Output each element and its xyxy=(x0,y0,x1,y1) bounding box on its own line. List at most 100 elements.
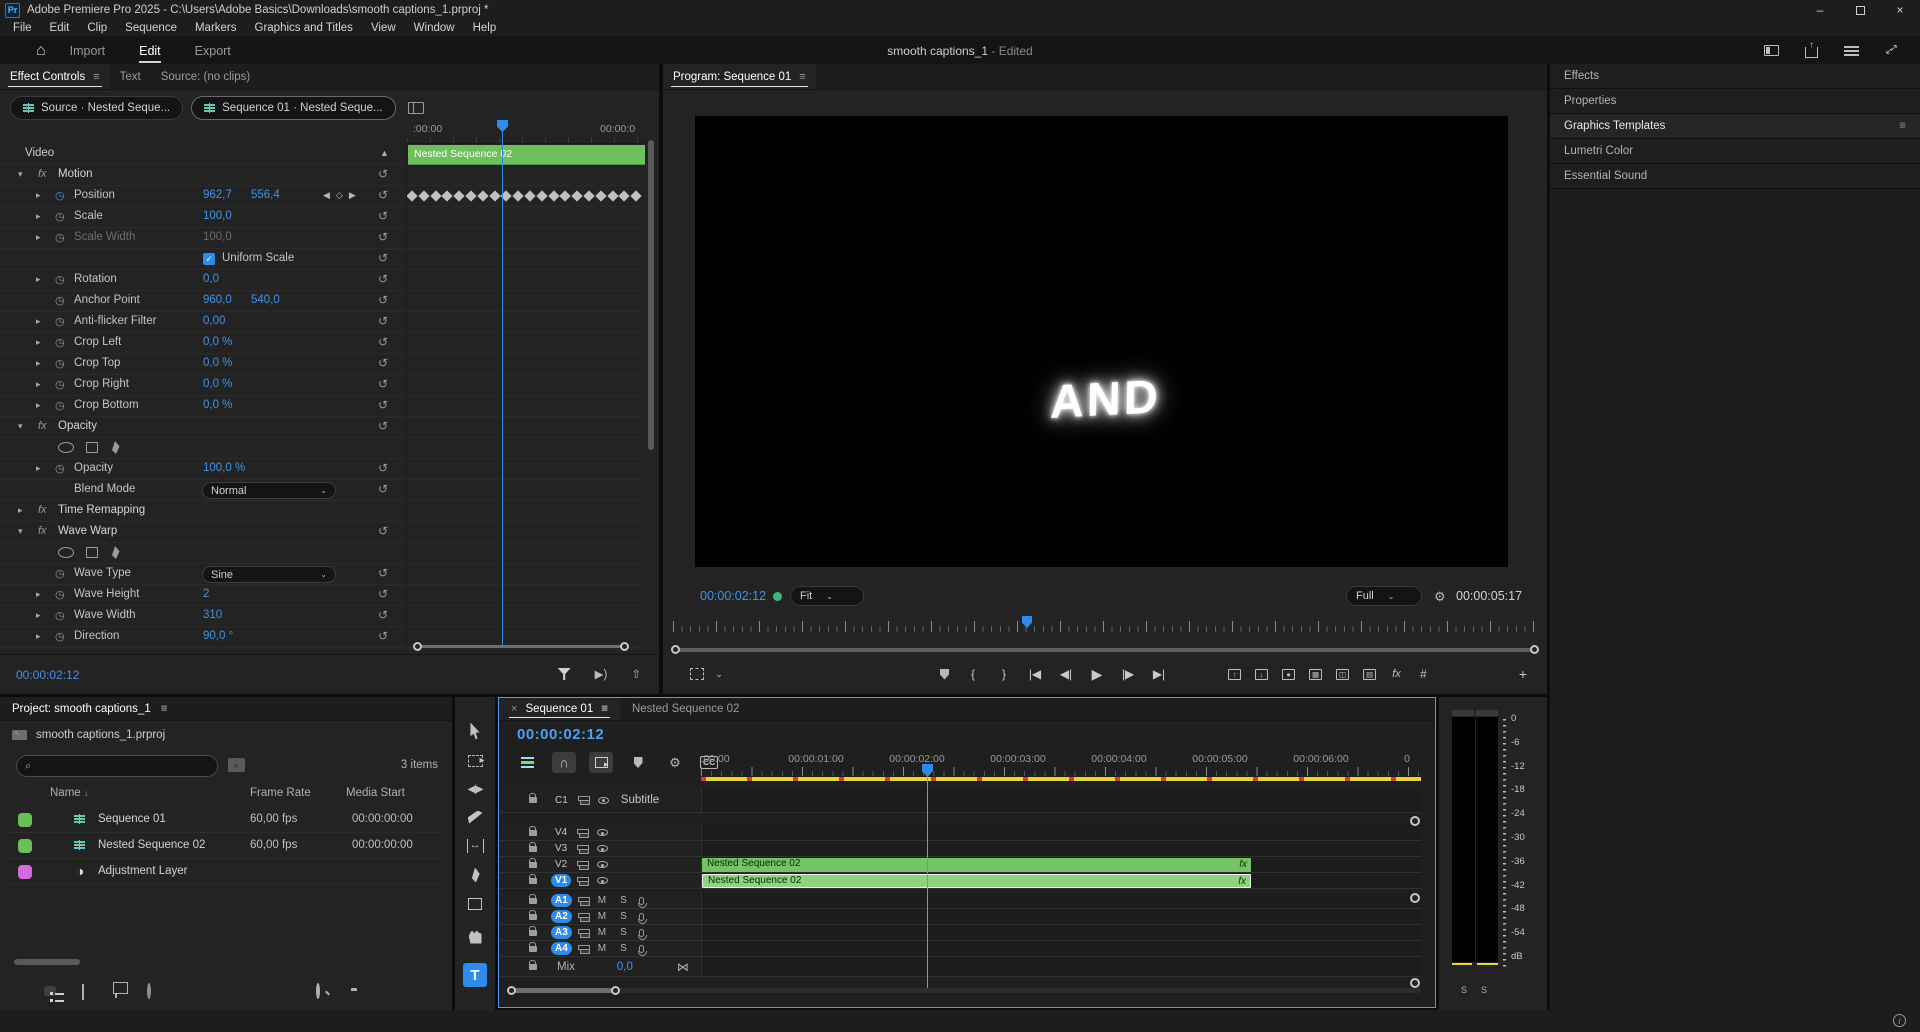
track-badge-a2[interactable]: A2 xyxy=(551,910,572,923)
column-header-name[interactable]: Name ↓ xyxy=(50,787,88,799)
mute-button[interactable]: M xyxy=(598,927,606,938)
keyframe-icon[interactable] xyxy=(631,190,642,201)
effect-controls-mini-ruler[interactable]: :00:0000:00:0 xyxy=(407,120,645,144)
linked-selection-icon[interactable] xyxy=(589,752,613,773)
export-frame-icon[interactable]: ● xyxy=(1282,669,1295,680)
panel-header-lumetri-color[interactable]: Lumetri Color xyxy=(1550,139,1920,164)
tab-source-no-clips-[interactable]: Source: (no clips) xyxy=(151,64,260,89)
panel-header-graphics-templates[interactable]: Graphics Templates≡ xyxy=(1550,114,1920,139)
panel-menu-icon[interactable]: ≡ xyxy=(1899,120,1906,132)
workspace-tab-import[interactable]: Import xyxy=(70,37,105,64)
menu-sequence[interactable]: Sequence xyxy=(116,22,186,34)
menu-file[interactable]: File xyxy=(4,22,41,34)
timeline-tab-sequence-01[interactable]: ×Sequence 01≡ xyxy=(499,698,620,720)
keyframe-icon[interactable] xyxy=(465,190,476,201)
snap-icon[interactable]: ∩ xyxy=(552,752,576,773)
project-panel-title[interactable]: Project: smooth captions_1 xyxy=(12,703,151,715)
position-keyframes-lane[interactable] xyxy=(407,187,645,207)
audio-track-a2[interactable]: A2MS xyxy=(499,909,1421,925)
ripple-edit-tool[interactable]: ◀|▶ xyxy=(463,777,487,801)
source-monitor-button[interactable]: Source · Nested Seque... xyxy=(10,96,183,120)
voiceover-record-icon[interactable] xyxy=(639,945,644,953)
dropdown-blend-mode[interactable]: Normal⌄ xyxy=(202,482,336,499)
zoom-slider[interactable] xyxy=(165,985,235,997)
effect-name[interactable]: Opacity xyxy=(58,420,97,432)
param-value[interactable]: 0,0 xyxy=(203,273,219,285)
tab-effect-controls[interactable]: Effect Controls≡ xyxy=(0,64,110,89)
chevron-down-icon[interactable]: ▾ xyxy=(18,421,23,432)
stopwatch-icon[interactable]: ◷ xyxy=(55,273,65,286)
collapse-up-icon[interactable]: ▲ xyxy=(380,148,389,158)
subtitle-track[interactable]: C1Subtitle xyxy=(499,788,1421,813)
panel-menu-icon[interactable]: ≡ xyxy=(93,71,99,83)
zoombar-right-handle[interactable] xyxy=(620,642,629,651)
lock-icon[interactable] xyxy=(529,946,537,952)
keyframe-icon[interactable] xyxy=(548,190,559,201)
pen-mask-icon[interactable] xyxy=(110,546,120,559)
button-editor-plus-icon[interactable]: + xyxy=(1519,666,1527,682)
program-zoom-right-handle[interactable] xyxy=(1530,645,1539,654)
source-patch-icon[interactable] xyxy=(578,897,588,905)
solo-button[interactable]: S xyxy=(620,895,627,906)
effect-name[interactable]: Time Remapping xyxy=(58,504,145,516)
param-value[interactable]: 310 xyxy=(203,609,222,621)
reset-icon[interactable]: ↺ xyxy=(378,167,388,181)
lock-icon[interactable] xyxy=(529,830,537,836)
keyframe-nav-icons[interactable]: ◀◇▶ xyxy=(323,190,362,201)
grid-overlay-icon[interactable]: # xyxy=(1417,669,1430,680)
track-visibility-icon[interactable] xyxy=(597,877,608,884)
stopwatch-icon[interactable]: ◷ xyxy=(55,357,65,370)
zoom-level-dropdown[interactable]: Fit⌄ xyxy=(790,586,864,606)
param-value[interactable]: 960,0 xyxy=(203,294,232,306)
reset-icon[interactable]: ↺ xyxy=(378,398,388,412)
stopwatch-icon[interactable]: ◷ xyxy=(55,630,65,643)
track-visibility-icon[interactable] xyxy=(597,861,608,868)
selection-tool[interactable] xyxy=(463,719,487,743)
source-patch-icon[interactable] xyxy=(577,877,587,885)
timeline-timecode[interactable]: 00:00:02:12 xyxy=(517,726,604,743)
timeline-scroll-handle[interactable] xyxy=(507,988,619,993)
step-forward-icon[interactable]: |▶ xyxy=(1121,667,1135,681)
track-visibility-icon[interactable] xyxy=(597,845,608,852)
keyframe-icon[interactable] xyxy=(560,190,571,201)
menu-view[interactable]: View xyxy=(362,22,405,34)
track-badge-a3[interactable]: A3 xyxy=(551,926,572,939)
lock-icon[interactable] xyxy=(529,878,537,884)
reset-icon[interactable]: ↺ xyxy=(378,482,388,496)
keyframe-icon[interactable] xyxy=(513,190,524,201)
menu-edit[interactable]: Edit xyxy=(41,22,79,34)
mix-value[interactable]: 0,0 xyxy=(617,961,633,973)
monitor-overlay-chevron-icon[interactable]: ⌄ xyxy=(712,669,726,680)
play-around-icon[interactable]: ▶) xyxy=(595,667,608,681)
chevron-right-icon[interactable]: ▸ xyxy=(18,505,23,516)
track-badge-a4[interactable]: A4 xyxy=(551,942,572,955)
effect-controls-playhead[interactable] xyxy=(502,120,503,648)
param-value[interactable]: 0,0 % xyxy=(203,378,232,390)
video-track-v4[interactable]: V4 xyxy=(499,825,1421,841)
stopwatch-icon[interactable]: ◷ xyxy=(55,609,65,622)
reset-icon[interactable]: ↺ xyxy=(378,377,388,391)
label-color-swatch[interactable] xyxy=(18,865,32,879)
pen-tool[interactable] xyxy=(463,863,487,887)
menu-help[interactable]: Help xyxy=(464,22,506,34)
track-badge-v2[interactable]: V2 xyxy=(551,858,571,871)
source-patch-icon[interactable] xyxy=(578,929,588,937)
track-badge-v1[interactable]: V1 xyxy=(551,874,571,887)
lock-icon[interactable] xyxy=(529,797,537,803)
program-time-ruler[interactable] xyxy=(673,616,1537,632)
multi-camera-icon[interactable]: ▤ xyxy=(1363,669,1376,680)
keyframe-icon[interactable] xyxy=(619,190,630,201)
keyframe-icon[interactable] xyxy=(536,190,547,201)
track-resize-handle[interactable] xyxy=(1410,893,1420,903)
stopwatch-icon[interactable]: ◷ xyxy=(55,588,65,601)
timeline-zoom-left-handle[interactable] xyxy=(507,986,516,995)
project-item-row[interactable]: Sequence 0160,00 fps00:00:00:00 xyxy=(6,807,440,833)
lock-icon[interactable] xyxy=(529,930,537,936)
reset-icon[interactable]: ↺ xyxy=(378,419,388,433)
zoombar-left-handle[interactable] xyxy=(413,642,422,651)
panel-menu-icon[interactable]: ≡ xyxy=(161,703,168,715)
reset-icon[interactable]: ↺ xyxy=(378,524,388,538)
close-button[interactable]: × xyxy=(1880,0,1920,20)
timeline-clip[interactable]: Nested Sequence 02fx xyxy=(702,874,1251,888)
column-header-frame-rate[interactable]: Frame Rate xyxy=(250,787,311,799)
